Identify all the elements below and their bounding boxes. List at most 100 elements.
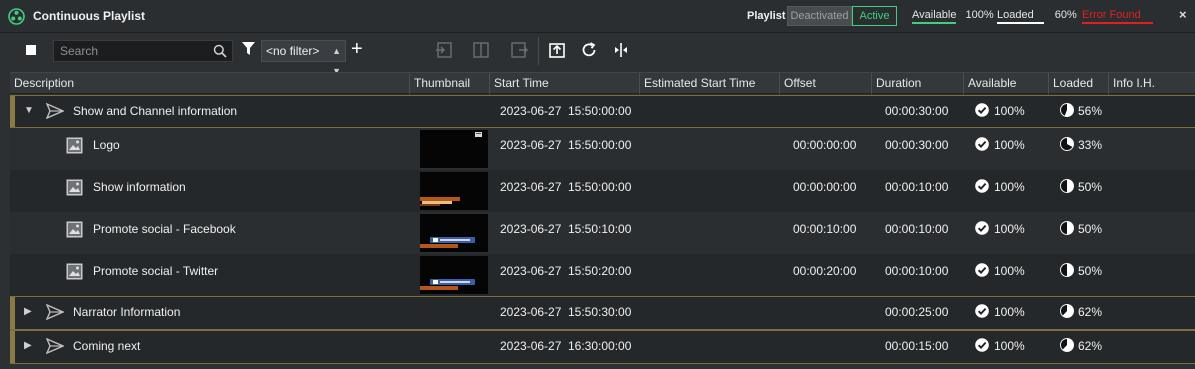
row-description: Show and Channel information xyxy=(73,104,238,118)
active-toggle[interactable]: Active xyxy=(852,6,897,26)
filter-value: <no filter> xyxy=(266,44,320,58)
loaded-percent: 56% xyxy=(1078,104,1103,118)
refresh-icon[interactable] xyxy=(580,41,598,59)
loaded-percent: 50% xyxy=(1078,264,1103,278)
loaded-cell: 62% xyxy=(1060,304,1102,319)
loaded-progress-icon xyxy=(1060,221,1074,235)
start-time: 15:50:00:00 xyxy=(568,138,632,152)
loaded-progress-icon xyxy=(1060,338,1074,352)
start-date: 2023-06-27 xyxy=(500,339,562,353)
expand-caret-icon[interactable]: ▶ xyxy=(24,306,32,317)
column-header[interactable]: Offset xyxy=(780,73,872,94)
toolbar: <no filter> ▲▼ + xyxy=(0,33,1195,76)
start-time: 15:50:00:00 xyxy=(568,104,632,118)
available-value: 100% xyxy=(965,9,994,21)
playlist-group-row[interactable]: ▶ Narrator Information 2023-06-27 15:50:30:… xyxy=(10,296,1195,330)
column-header[interactable]: Duration xyxy=(872,73,964,94)
export-icon[interactable] xyxy=(548,41,566,59)
error-label: Error Found xyxy=(1082,9,1153,24)
thumbnail[interactable] xyxy=(420,214,488,252)
playlist-label: Playlist xyxy=(747,10,786,22)
duration: 00:00:10:00 xyxy=(885,180,949,194)
filter-dropdown[interactable]: <no filter> ▲ ▼ xyxy=(261,40,346,76)
start-time: 15:50:00:00 xyxy=(568,180,632,194)
available-check-icon xyxy=(975,103,989,117)
available-percent: 100% xyxy=(994,264,1025,278)
expand-caret-icon[interactable]: ▶ xyxy=(24,340,32,351)
thumbnail-image xyxy=(420,130,488,168)
offset: 00:00:00:00 xyxy=(793,138,857,152)
available-cell: 100% xyxy=(975,179,1025,194)
start-time: 15:50:10:00 xyxy=(568,222,632,236)
close-icon[interactable]: × xyxy=(1179,7,1187,22)
table-header: Description Thumbnail Start Time Estimat… xyxy=(10,72,1195,94)
loaded-progress-icon xyxy=(1060,179,1074,193)
deactivated-toggle[interactable]: Deactivated xyxy=(787,6,852,26)
add-item-button[interactable]: + xyxy=(351,39,363,59)
playlist-item-row[interactable]: Logo 2023-06-27 15:50:00:00 00:00:00:00 00:0… xyxy=(10,128,1195,170)
group-divider xyxy=(10,95,1195,96)
search-icon[interactable] xyxy=(213,44,227,58)
image-item-icon xyxy=(66,263,83,280)
available-percent: 100% xyxy=(994,305,1025,319)
duration: 00:00:30:00 xyxy=(885,138,949,152)
insert-after-icon[interactable] xyxy=(510,41,528,59)
error-status: Error Found xyxy=(1082,9,1153,24)
loaded-percent: 62% xyxy=(1078,305,1103,319)
column-header[interactable]: Start Time xyxy=(490,73,640,94)
playlist-item-row[interactable]: Promote social - Twitter 2023-06-27 15:50:… xyxy=(10,254,1195,296)
available-check-icon xyxy=(975,304,989,318)
thumbnail[interactable] xyxy=(420,256,488,294)
loaded-progress-icon xyxy=(1060,304,1074,318)
available-status: Available 100% xyxy=(912,9,994,24)
row-description: Show information xyxy=(93,180,186,194)
thumbnail[interactable] xyxy=(420,172,488,210)
thumbnail-image xyxy=(420,214,488,252)
column-header[interactable]: Info I.H. xyxy=(1109,73,1195,94)
loaded-progress-icon xyxy=(1060,137,1074,151)
group-accent-bar xyxy=(10,95,15,128)
loaded-cell: 62% xyxy=(1060,338,1102,353)
column-header[interactable]: Estimated Start Time xyxy=(640,73,780,94)
available-check-icon xyxy=(975,338,989,352)
column-header[interactable]: Description xyxy=(10,73,410,94)
available-cell: 100% xyxy=(975,338,1025,353)
loaded-cell: 50% xyxy=(1060,221,1102,236)
collapse-caret-icon[interactable]: ▼ xyxy=(24,105,34,116)
insert-before-icon[interactable] xyxy=(435,41,453,59)
duration: 00:00:10:00 xyxy=(885,222,949,236)
column-header[interactable]: Available xyxy=(964,73,1049,94)
collapse-split-icon[interactable] xyxy=(612,41,630,59)
loaded-cell: 50% xyxy=(1060,179,1102,194)
available-check-icon xyxy=(975,137,989,151)
available-cell: 100% xyxy=(975,263,1025,278)
playlist-group-row[interactable]: ▶ Coming next 2023-06-27 16:30:00:00 00:00:1… xyxy=(10,330,1195,364)
column-header[interactable]: Loaded xyxy=(1049,73,1109,94)
available-check-icon xyxy=(975,263,989,277)
start-date: 2023-06-27 xyxy=(500,305,562,319)
row-description: Promote social - Twitter xyxy=(93,264,219,278)
offset: 00:00:00:00 xyxy=(793,180,857,194)
start-date: 2023-06-27 xyxy=(500,180,562,194)
playlist-app-icon xyxy=(8,8,25,25)
thumbnail-image xyxy=(420,172,488,210)
playlist-item-row[interactable]: Promote social - Facebook 2023-06-27 15:50… xyxy=(10,212,1195,254)
thumbnail[interactable] xyxy=(420,130,488,168)
available-percent: 100% xyxy=(994,104,1025,118)
duration: 00:00:10:00 xyxy=(885,264,949,278)
title-bar: Continuous Playlist Playlist Deactivated… xyxy=(0,0,1195,33)
duration: 00:00:30:00 xyxy=(885,104,949,118)
search-input[interactable] xyxy=(54,41,204,61)
thumbnail-image xyxy=(420,256,488,294)
playlist-group-row[interactable]: ▼ Show and Channel information 2023-06-27 1… xyxy=(10,95,1195,128)
stop-button[interactable] xyxy=(26,45,36,55)
window-title: Continuous Playlist xyxy=(33,9,146,23)
loaded-percent: 33% xyxy=(1078,138,1103,152)
group-accent-bar xyxy=(10,330,15,364)
playlist-item-row[interactable]: Show information 2023-06-27 15:50:00:00 00:… xyxy=(10,170,1195,212)
filter-icon[interactable] xyxy=(242,42,255,56)
group-divider xyxy=(10,330,1195,331)
column-header[interactable]: Thumbnail xyxy=(410,73,490,94)
loaded-progress-icon xyxy=(1060,103,1074,117)
split-icon[interactable] xyxy=(472,41,490,59)
